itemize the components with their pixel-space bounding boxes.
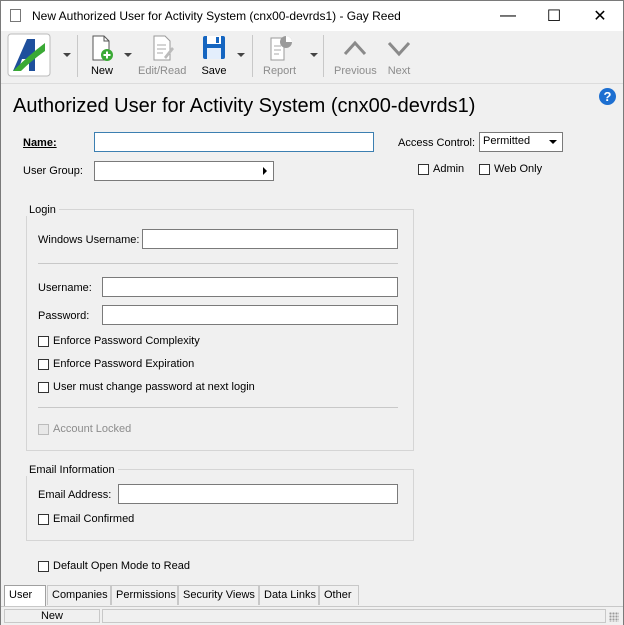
- must-change-password-label: User must change password at next login: [53, 381, 255, 393]
- window-title: New Authorized User for Activity System …: [32, 9, 401, 23]
- must-change-password-checkbox[interactable]: User must change password at next login: [38, 381, 255, 393]
- default-open-mode-label: Default Open Mode to Read: [53, 560, 190, 572]
- email-address-label: Email Address:: [38, 489, 112, 501]
- title-bar: New Authorized User for Activity System …: [1, 1, 623, 31]
- access-control-value: Permitted: [483, 135, 531, 147]
- web-only-label: Web Only: [494, 163, 543, 175]
- account-locked-checkbox: Account Locked: [38, 423, 131, 435]
- editread-button[interactable]: Edit/Read: [138, 33, 186, 81]
- enforce-complexity-label: Enforce Password Complexity: [53, 335, 200, 347]
- tab-data-links[interactable]: Data Links: [259, 585, 319, 605]
- checkbox-box: [479, 163, 490, 175]
- tab-security-views[interactable]: Security Views: [178, 585, 259, 605]
- maximize-button[interactable]: ☐: [531, 1, 577, 31]
- checkbox-box: [418, 163, 429, 175]
- toolbar-separator: [252, 35, 253, 77]
- help-icon[interactable]: ?: [599, 88, 616, 105]
- admin-checkbox[interactable]: Admin: [418, 163, 464, 175]
- save-button[interactable]: Save: [198, 33, 230, 81]
- chevron-down-icon: [383, 33, 415, 63]
- tab-companies[interactable]: Companies: [47, 585, 111, 605]
- web-only-checkbox[interactable]: Web Only: [479, 163, 542, 175]
- status-mode: New: [4, 609, 100, 623]
- default-open-mode-checkbox[interactable]: Default Open Mode to Read: [38, 560, 190, 572]
- checkbox-box: [38, 358, 49, 370]
- email-group-title: Email Information: [26, 464, 118, 476]
- window: New Authorized User for Activity System …: [0, 0, 624, 625]
- app-menu-arrow-icon[interactable]: [63, 53, 71, 57]
- password-input[interactable]: [102, 305, 398, 325]
- status-message: [102, 609, 606, 623]
- checkbox-box: [38, 423, 49, 435]
- divider: [38, 263, 398, 264]
- windows-username-input[interactable]: [142, 229, 398, 249]
- checkbox-box: [38, 513, 49, 525]
- email-group: [26, 469, 414, 541]
- document-icon: [10, 9, 21, 22]
- toolbar-separator: [323, 35, 324, 77]
- account-locked-label: Account Locked: [53, 423, 132, 435]
- report-button[interactable]: Report: [263, 33, 296, 81]
- edit-document-icon: [146, 33, 178, 63]
- checkbox-box: [38, 335, 49, 347]
- new-dropdown-arrow-icon[interactable]: [124, 53, 132, 57]
- report-dropdown-arrow-icon[interactable]: [310, 53, 318, 57]
- new-button[interactable]: New: [86, 33, 118, 81]
- chevron-down-icon: [549, 140, 557, 144]
- page-title: Authorized User for Activity System (cnx…: [13, 95, 476, 117]
- email-address-input[interactable]: [118, 484, 398, 504]
- previous-label: Previous: [334, 65, 377, 77]
- report-icon: [264, 33, 296, 63]
- app-logo-icon: [7, 33, 51, 77]
- login-group-title: Login: [26, 204, 59, 216]
- email-confirmed-checkbox[interactable]: Email Confirmed: [38, 513, 134, 525]
- app-logo-button[interactable]: [7, 33, 51, 81]
- access-control-select[interactable]: Permitted: [479, 132, 563, 152]
- previous-button[interactable]: Previous: [334, 33, 377, 81]
- user-group-select[interactable]: [94, 161, 274, 181]
- user-group-label: User Group:: [23, 165, 83, 177]
- tab-user[interactable]: User: [4, 585, 46, 607]
- report-label: Report: [263, 65, 297, 77]
- tab-permissions[interactable]: Permissions: [111, 585, 178, 605]
- new-document-icon: [86, 33, 118, 63]
- resize-grip-icon[interactable]: [609, 612, 619, 622]
- enforce-expiration-checkbox[interactable]: Enforce Password Expiration: [38, 358, 194, 370]
- next-label: Next: [387, 65, 411, 77]
- tab-other[interactable]: Other: [319, 585, 359, 605]
- save-disk-icon: [198, 33, 230, 63]
- password-label: Password:: [38, 310, 90, 322]
- windows-username-label: Windows Username:: [38, 234, 140, 246]
- save-dropdown-arrow-icon[interactable]: [237, 53, 245, 57]
- toolbar: New Edit/Read Save Report Previous Next: [1, 31, 623, 84]
- toolbar-separator: [77, 35, 78, 77]
- close-button[interactable]: ✕: [577, 1, 623, 31]
- chevron-right-icon: [263, 167, 267, 175]
- chevron-up-icon: [339, 33, 371, 63]
- name-label: Name:: [23, 137, 57, 149]
- new-label: New: [90, 65, 113, 77]
- username-input[interactable]: [102, 277, 398, 297]
- email-confirmed-label: Email Confirmed: [53, 513, 135, 525]
- status-bar: New: [1, 606, 623, 625]
- username-label: Username:: [38, 282, 92, 294]
- next-button[interactable]: Next: [383, 33, 415, 81]
- access-control-label: Access Control:: [398, 137, 476, 149]
- divider: [38, 407, 398, 408]
- admin-label: Admin: [433, 163, 465, 175]
- checkbox-box: [38, 560, 49, 572]
- save-label: Save: [201, 65, 227, 77]
- name-input[interactable]: [94, 132, 374, 152]
- checkbox-box: [38, 381, 49, 393]
- minimize-button[interactable]: —: [485, 1, 531, 31]
- enforce-complexity-checkbox[interactable]: Enforce Password Complexity: [38, 335, 200, 347]
- editread-label: Edit/Read: [138, 65, 187, 77]
- enforce-expiration-label: Enforce Password Expiration: [53, 358, 195, 370]
